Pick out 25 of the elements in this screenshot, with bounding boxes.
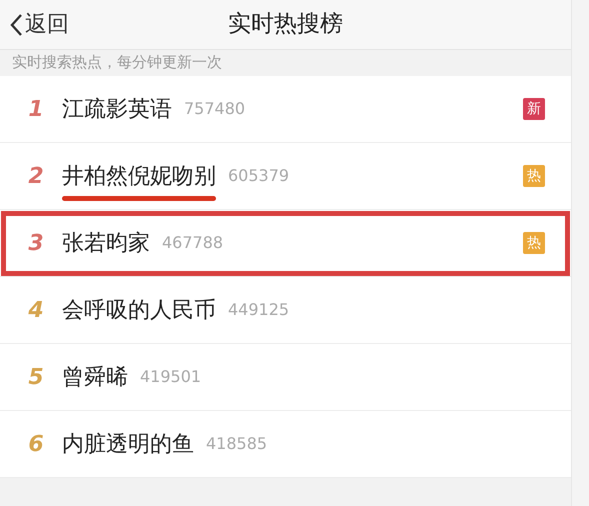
back-chevron-icon	[10, 12, 23, 36]
rank-number: 1	[27, 96, 45, 124]
topic-link[interactable]: 内脏透明的鱼	[62, 428, 194, 460]
new-tag: 新	[523, 98, 545, 120]
topic-link[interactable]: 会呼吸的人民币	[62, 294, 216, 326]
hot-tag: 热	[523, 232, 545, 254]
rank-number: 6	[27, 430, 45, 458]
topic-link[interactable]: 曾舜晞	[62, 360, 128, 394]
rank-number: 5	[27, 364, 45, 392]
back-link[interactable]: 返回	[10, 8, 69, 41]
search-count: 605379	[228, 165, 290, 187]
rank-number: 3	[27, 230, 45, 258]
rank-number: 2	[27, 162, 45, 190]
search-count: 467788	[162, 232, 224, 254]
topic-link[interactable]: 井柏然倪妮吻别	[62, 160, 216, 192]
rank-number: 4	[27, 296, 45, 324]
topic-link[interactable]: 江疏影英语	[62, 92, 172, 126]
search-count: 418585	[206, 433, 268, 455]
hot-tag: 热	[523, 165, 545, 187]
subtitle: 实时搜索热点，每分钟更新一次	[11, 52, 223, 73]
page-title: 实时热搜榜	[228, 10, 343, 40]
search-count: 419501	[140, 366, 202, 388]
topic-link[interactable]: 张若昀家	[62, 226, 150, 260]
search-count: 449125	[228, 299, 290, 321]
search-count: 757480	[184, 98, 246, 120]
